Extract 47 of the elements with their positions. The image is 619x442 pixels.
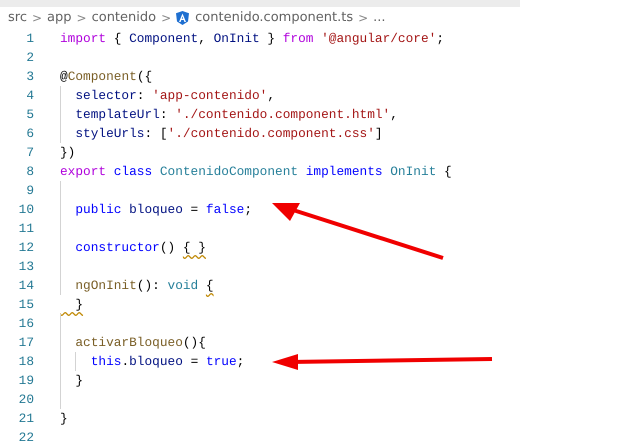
code-line: selector: 'app-contenido', bbox=[74, 87, 276, 105]
code-line: styleUrls: ['./contenido.component.css'] bbox=[74, 125, 383, 143]
code-line: @Component({ bbox=[60, 68, 152, 86]
breadcrumb-item[interactable]: contenido.component.ts bbox=[195, 8, 354, 28]
line-number: 10 bbox=[18, 201, 34, 219]
breadcrumb-item[interactable]: contenido bbox=[92, 8, 156, 28]
code-line: templateUrl: './contenido.component.html', bbox=[74, 106, 398, 124]
code-line: } bbox=[74, 296, 84, 314]
line-number: 5 bbox=[25, 106, 34, 124]
line-number: 17 bbox=[18, 334, 34, 352]
line-number: 2 bbox=[25, 49, 34, 67]
more-breadcrumb[interactable]: ... bbox=[373, 8, 386, 28]
breadcrumb-item[interactable]: app bbox=[47, 8, 72, 28]
code-line: ngOnInit(): void { bbox=[74, 277, 214, 295]
line-number: 13 bbox=[18, 258, 34, 276]
line-number: 3 bbox=[25, 68, 34, 86]
line-number: 18 bbox=[18, 353, 34, 371]
code-line: export class ContenidoComponent implements OnInit { bbox=[60, 163, 452, 181]
chevron-separator: > bbox=[76, 10, 87, 27]
line-number: 20 bbox=[18, 391, 34, 409]
code-line: } bbox=[74, 372, 84, 390]
line-number: 16 bbox=[18, 315, 34, 333]
code-line: } bbox=[60, 410, 68, 428]
code-line: }) bbox=[60, 144, 76, 162]
code-line: constructor() { } bbox=[74, 239, 206, 257]
code-line: activarBloqueo(){ bbox=[74, 334, 206, 352]
line-number: 6 bbox=[25, 125, 34, 143]
line-number: 21 bbox=[18, 410, 34, 428]
line-number: 12 bbox=[18, 239, 34, 257]
line-number: 15 bbox=[18, 296, 34, 314]
line-number: 14 bbox=[18, 277, 34, 295]
breadcrumb-item[interactable]: src bbox=[8, 8, 27, 28]
line-number: 7 bbox=[25, 144, 34, 162]
chevron-separator: > bbox=[32, 10, 42, 27]
code-line: public bloqueo = false; bbox=[74, 201, 252, 219]
line-number: 9 bbox=[25, 182, 34, 200]
line-number: 19 bbox=[18, 372, 34, 390]
chevron-separator: > bbox=[358, 10, 368, 27]
chevron-separator: > bbox=[161, 10, 172, 27]
shield-icon bbox=[176, 11, 190, 25]
line-number: 22 bbox=[18, 429, 34, 442]
line-number: 8 bbox=[25, 163, 34, 181]
code-line: this.bloqueo = true; bbox=[90, 353, 244, 371]
line-number: 1 bbox=[25, 30, 34, 48]
line-number: 4 bbox=[25, 87, 34, 105]
line-number: 11 bbox=[18, 220, 34, 238]
code-line: import { Component, OnInit } from '@angular/core'; bbox=[60, 30, 444, 48]
